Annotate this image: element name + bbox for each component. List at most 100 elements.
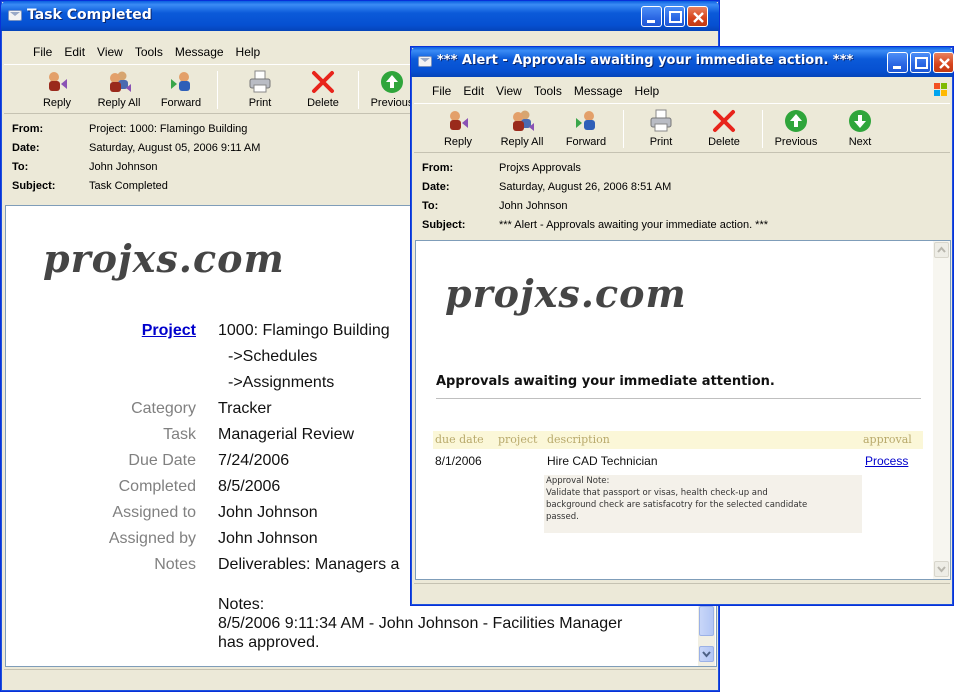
column-approval: approval [863,433,912,446]
column-due-date: due date [435,433,484,446]
column-project: project [498,433,538,446]
completed-value: 8/5/2006 [218,478,281,495]
date-value: Saturday, August 05, 2006 9:11 AM [89,142,261,154]
notes-line-1: 8/5/2006 9:11:34 AM - John Johnson - Fac… [218,615,623,632]
envelope-icon [418,56,432,67]
reply-all-icon [513,110,534,131]
to-value: John Johnson [499,200,568,212]
status-bar [4,669,716,691]
heading-divider [436,398,921,399]
next-icon [849,110,871,132]
schedules-link[interactable]: ->Schedules [228,348,317,366]
forward-button[interactable]: Forward [558,106,614,152]
scroll-up-arrow[interactable] [934,242,949,258]
category-value: Tracker [218,400,272,417]
toolbar: Reply Reply All Forward Print Delete Pre… [414,103,950,153]
date-value: Saturday, August 26, 2006 8:51 AM [499,181,672,193]
forward-button[interactable]: Forward [153,67,209,113]
envelope-icon [8,10,22,21]
reply-icon [450,111,468,130]
assigned-by-label: Assigned by [108,530,196,547]
forward-icon [171,72,190,91]
reply-button[interactable]: Reply [430,106,486,152]
assigned-to-label: Assigned to [112,504,196,521]
maximize-button[interactable] [664,6,685,27]
row-due-date: 8/1/2006 [435,454,482,468]
menu-file[interactable]: File [414,81,457,101]
previous-icon [381,71,403,93]
assigned-to-value: John Johnson [218,504,318,521]
menu-view[interactable]: View [91,42,129,62]
print-icon [650,109,672,132]
status-bar [414,583,950,605]
projxs-logo: projxs.com [445,271,687,316]
reply-all-button[interactable]: Reply All [494,106,550,152]
menu-message[interactable]: Message [169,42,230,62]
title-bar[interactable]: *** Alert - Approvals awaiting your imme… [411,47,954,77]
column-description: description [547,433,610,446]
menu-message[interactable]: Message [568,81,629,101]
message-body: projxs.com Approvals awaiting your immed… [415,240,951,580]
notes-label: Notes [154,556,196,573]
next-button[interactable]: Next [832,106,888,152]
alert-window: *** Alert - Approvals awaiting your imme… [410,46,954,606]
menu-edit[interactable]: Edit [58,42,91,62]
window-title: Task Completed [27,7,152,23]
completed-label: Completed [118,478,196,495]
scroll-thumb[interactable] [699,606,714,636]
menu-help[interactable]: Help [230,42,267,62]
toolbar-separator [762,110,763,148]
process-link[interactable]: Process [865,454,908,468]
task-label: Task [163,426,196,443]
notes-line-2: has approved. [218,634,320,651]
menu-tools[interactable]: Tools [129,42,169,62]
delete-icon [312,71,334,93]
toolbar-separator [358,71,359,109]
menu-view[interactable]: View [490,81,528,101]
print-button[interactable]: Print [633,106,689,152]
delete-button[interactable]: Delete [696,106,752,152]
delete-button[interactable]: Delete [295,67,351,113]
notes-value: Deliverables: Managers a [218,556,400,573]
reply-icon [49,72,67,91]
window-title: *** Alert - Approvals awaiting your imme… [437,53,854,68]
project-label[interactable]: Project [6,322,196,340]
menu-file[interactable]: File [4,42,58,62]
scroll-down-arrow[interactable] [699,646,714,662]
menu-edit[interactable]: Edit [457,81,490,101]
menu-help[interactable]: Help [629,81,666,101]
subject-value: *** Alert - Approvals awaiting your imme… [499,219,769,231]
minimize-button[interactable] [887,52,908,73]
task-value: Managerial Review [218,426,355,443]
project-value: 1000: Flamingo Building [218,322,390,339]
from-value: Project: 1000: Flamingo Building [89,123,248,135]
previous-icon [785,110,807,132]
close-button[interactable] [933,52,954,73]
projxs-logo: projxs.com [43,236,285,281]
title-bar[interactable]: Task Completed [1,1,719,31]
reply-button[interactable]: Reply [29,67,85,113]
approval-note: Approval Note: Validate that passport or… [544,475,862,533]
print-button[interactable]: Print [232,67,288,113]
maximize-button[interactable] [910,52,931,73]
toolbar-separator [217,71,218,109]
previous-button[interactable]: Previous [768,106,824,152]
notes-title: Notes: [218,596,265,613]
message-header: From: Projxs Approvals Date: Saturday, Aug… [422,162,769,231]
scroll-down-arrow[interactable] [934,561,949,577]
assignments-link[interactable]: ->Assignments [228,374,334,392]
minimize-button[interactable] [641,6,662,27]
to-value: John Johnson [89,161,158,173]
toolbar-separator [623,110,624,148]
reply-all-button[interactable]: Reply All [91,67,147,113]
forward-icon [576,111,595,130]
row-description: Hire CAD Technician [547,454,658,468]
from-value: Projxs Approvals [499,162,581,174]
menu-bar: File Edit View Tools Message Help [414,81,950,103]
vertical-scrollbar[interactable] [933,241,950,579]
reply-all-icon [110,71,131,92]
close-button[interactable] [687,6,708,27]
menu-tools[interactable]: Tools [528,81,568,101]
assigned-by-value: John Johnson [218,530,318,547]
approvals-heading: Approvals awaiting your immediate attent… [436,374,775,389]
